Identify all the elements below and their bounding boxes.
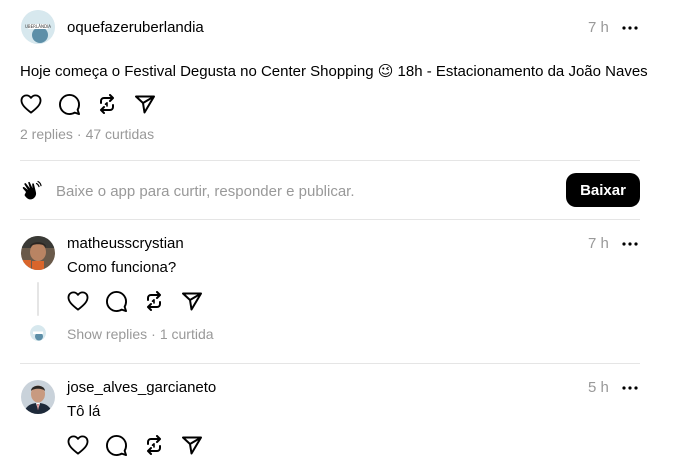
comment-icon[interactable] [105,290,127,312]
reply-time: 7 h [588,235,609,252]
reply-text: Como funciona? [67,259,177,276]
reply-time: 5 h [588,379,609,396]
likes-count[interactable]: 47 curtidas [86,126,154,142]
post-meta: 2 replies · 47 curtidas [20,126,154,142]
reply-actions [67,290,203,312]
reply-text: Tô lá [67,403,101,420]
replies-count[interactable]: 2 replies [20,126,73,142]
meta-separator: · [76,126,82,142]
divider [20,363,640,364]
avatar[interactable]: UBERLÂNDIA [21,10,55,44]
share-icon[interactable] [134,93,156,115]
more-icon[interactable] [618,380,642,396]
post-text: Hoje começa o Festival Degusta no Center… [20,63,648,80]
divider [20,160,640,161]
post-username[interactable]: oquefazeruberlandia [67,19,204,36]
app-prompt-text: Baixe o app para curtir, responder e pub… [56,183,355,200]
heart-icon[interactable] [67,434,89,456]
likes-count[interactable]: 1 curtida [160,326,214,342]
more-icon[interactable] [618,236,642,252]
avatar[interactable] [21,380,55,414]
repost-icon[interactable] [96,93,118,115]
avatar[interactable] [21,236,55,270]
reply-username[interactable]: matheusscrystian [67,235,184,252]
repost-icon[interactable] [143,290,165,312]
meta-separator: · [151,326,156,342]
hand-icon [20,180,42,202]
share-icon[interactable] [181,434,203,456]
show-replies-link[interactable]: Show replies [67,326,147,342]
repost-icon[interactable] [143,434,165,456]
download-app-button[interactable]: Baixar [566,173,640,207]
avatar [30,325,46,341]
reply-actions [67,434,203,456]
more-icon[interactable] [618,20,642,36]
comment-icon[interactable] [58,93,80,115]
divider [20,219,640,220]
heart-icon[interactable] [20,93,42,115]
reply-meta: Show replies · 1 curtida [67,326,214,342]
heart-icon[interactable] [67,290,89,312]
comment-icon[interactable] [105,434,127,456]
reply-username[interactable]: jose_alves_garcianeto [67,379,216,396]
svg-text:UBERLÂNDIA: UBERLÂNDIA [25,24,51,29]
share-icon[interactable] [181,290,203,312]
thread-line [37,282,39,316]
post-time: 7 h [588,19,609,36]
post-actions [20,93,156,115]
